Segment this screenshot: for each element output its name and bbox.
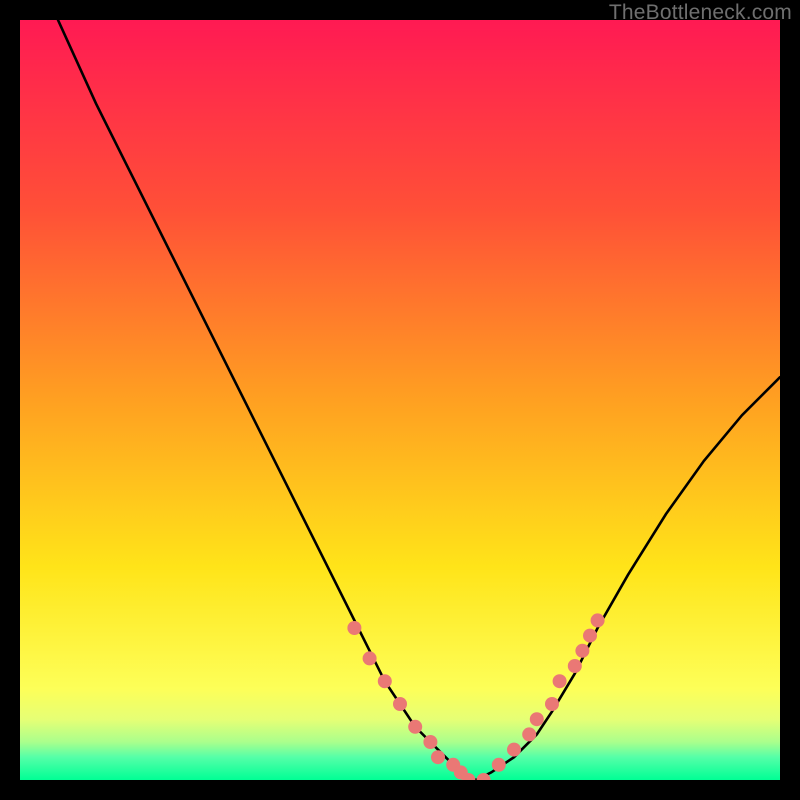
data-point <box>347 621 361 635</box>
data-point <box>507 743 521 757</box>
data-point <box>591 613 605 627</box>
data-point <box>408 720 422 734</box>
dots-right-group <box>477 613 605 780</box>
curve-layer <box>20 20 780 780</box>
plot-area <box>20 20 780 780</box>
curve-left-path <box>58 20 476 780</box>
data-point <box>393 697 407 711</box>
data-point <box>530 712 544 726</box>
chart-container: TheBottleneck.com <box>0 0 800 800</box>
data-point <box>492 758 506 772</box>
data-point <box>431 750 445 764</box>
data-point <box>553 674 567 688</box>
data-point <box>363 651 377 665</box>
data-point <box>545 697 559 711</box>
data-point <box>378 674 392 688</box>
curve-right-path <box>476 377 780 780</box>
data-point <box>423 735 437 749</box>
data-point <box>522 727 536 741</box>
data-point <box>575 644 589 658</box>
watermark-text: TheBottleneck.com <box>609 1 792 25</box>
data-point <box>568 659 582 673</box>
data-point <box>583 629 597 643</box>
